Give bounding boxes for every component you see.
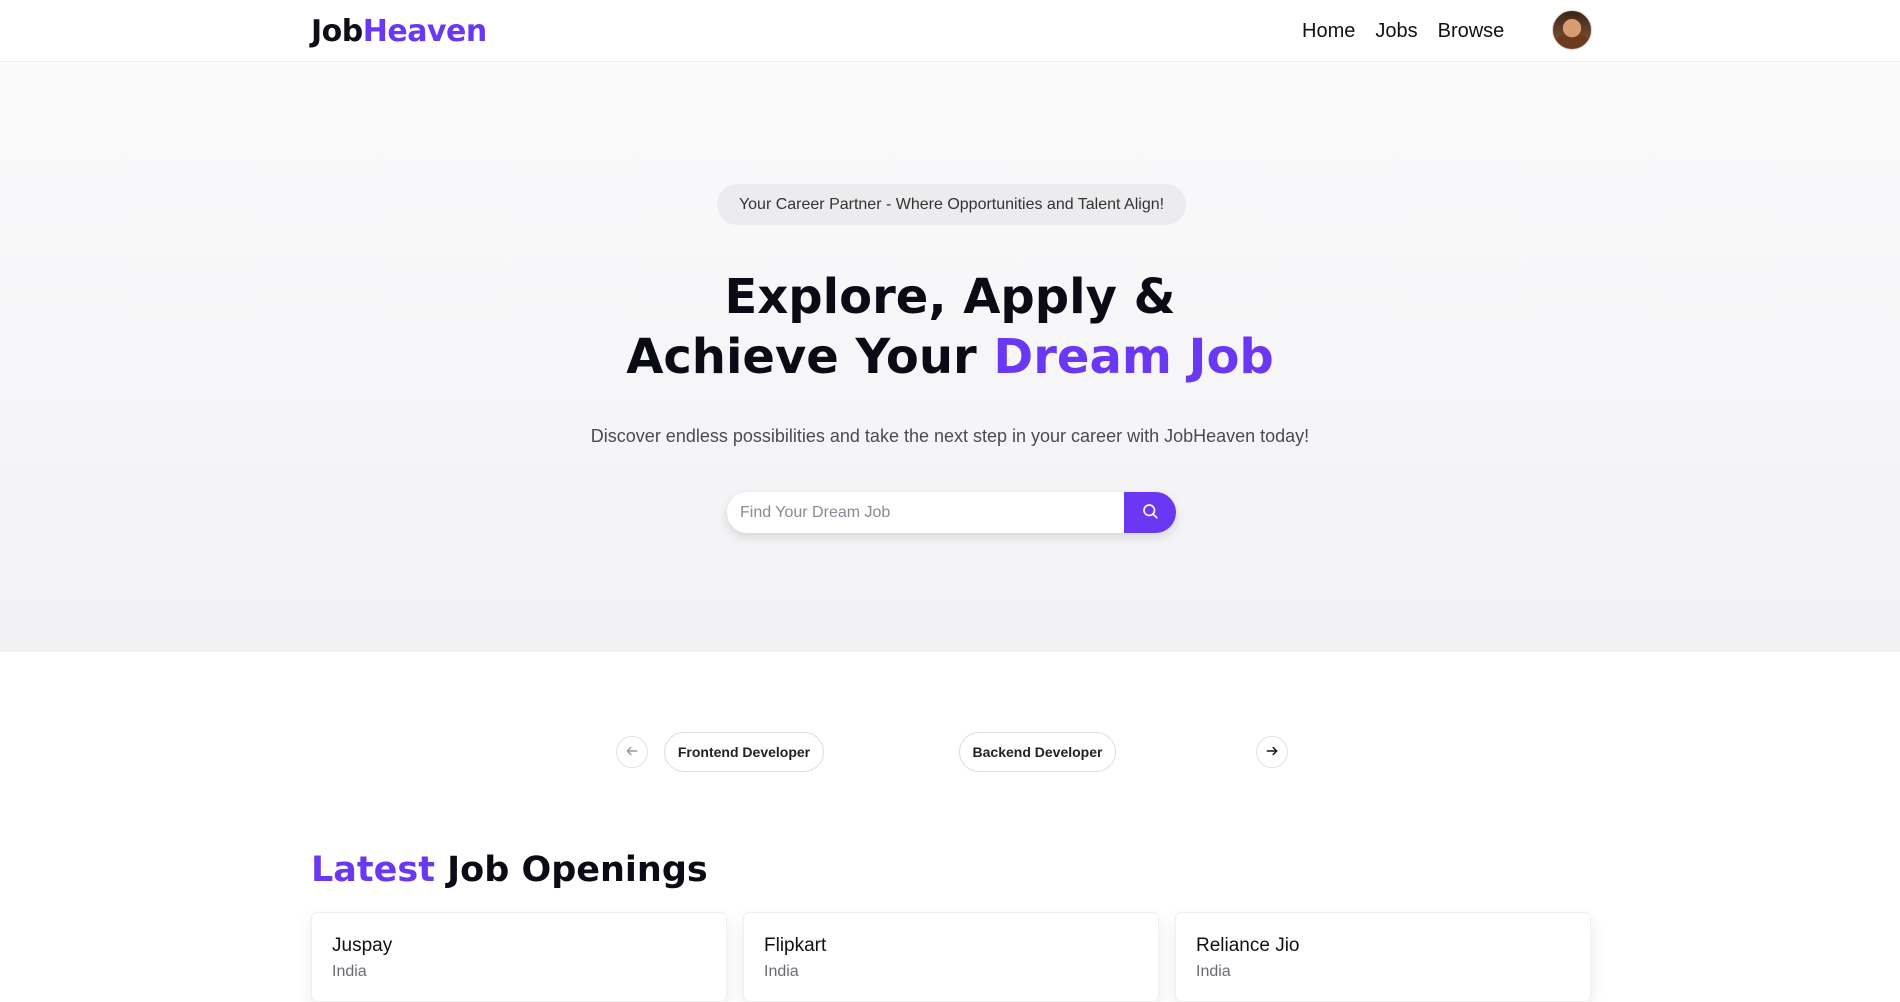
- logo-text-job: Job: [311, 14, 363, 49]
- nav-links: Home Jobs Browse: [1302, 20, 1504, 43]
- category-chip-frontend[interactable]: Frontend Developer: [664, 732, 824, 772]
- job-company: Juspay: [332, 935, 393, 956]
- nav-link-home[interactable]: Home: [1302, 20, 1355, 43]
- search-button[interactable]: [1124, 492, 1176, 533]
- job-company: Flipkart: [764, 935, 827, 956]
- hero-title: Explore, Apply & Achieve Your Dream Job: [550, 267, 1350, 387]
- nav-link-jobs[interactable]: Jobs: [1375, 20, 1417, 43]
- latest-jobs-title: Latest Job Openings: [311, 850, 708, 890]
- carousel-next-button[interactable]: [1256, 736, 1288, 768]
- latest-jobs-title-text: Job Openings: [434, 850, 708, 890]
- tagline-badge: Your Career Partner - Where Opportunitie…: [717, 184, 1186, 225]
- nav-link-browse[interactable]: Browse: [1438, 20, 1505, 43]
- job-company: Reliance Jio: [1196, 935, 1300, 956]
- carousel-prev-button[interactable]: [616, 736, 648, 768]
- job-card[interactable]: Reliance Jio India: [1175, 912, 1591, 1002]
- job-card[interactable]: Juspay India: [311, 912, 727, 1002]
- job-location: India: [1196, 963, 1231, 980]
- category-chip-backend[interactable]: Backend Developer: [959, 732, 1116, 772]
- job-location: India: [764, 963, 799, 980]
- user-avatar[interactable]: [1552, 10, 1592, 50]
- job-location: India: [332, 963, 367, 980]
- search-input[interactable]: [727, 492, 1124, 533]
- search-icon: [1141, 502, 1159, 523]
- job-card[interactable]: Flipkart India: [743, 912, 1159, 1002]
- search-bar: [727, 492, 1176, 533]
- logo-text-heaven: Heaven: [362, 14, 487, 49]
- hero-title-line1: Explore, Apply &: [724, 269, 1176, 325]
- hero-title-line2: Achieve Your: [626, 329, 994, 385]
- arrow-left-icon: [625, 744, 639, 761]
- navbar: JobHeaven Home Jobs Browse: [0, 0, 1900, 62]
- arrow-right-icon: [1265, 744, 1279, 761]
- latest-jobs-title-accent: Latest: [311, 850, 435, 890]
- hero-section: Your Career Partner - Where Opportunitie…: [0, 63, 1900, 652]
- hero-subtitle: Discover endless possibilities and take …: [590, 426, 1310, 446]
- logo[interactable]: JobHeaven: [311, 14, 487, 49]
- hero-title-accent: Dream Job: [993, 329, 1274, 385]
